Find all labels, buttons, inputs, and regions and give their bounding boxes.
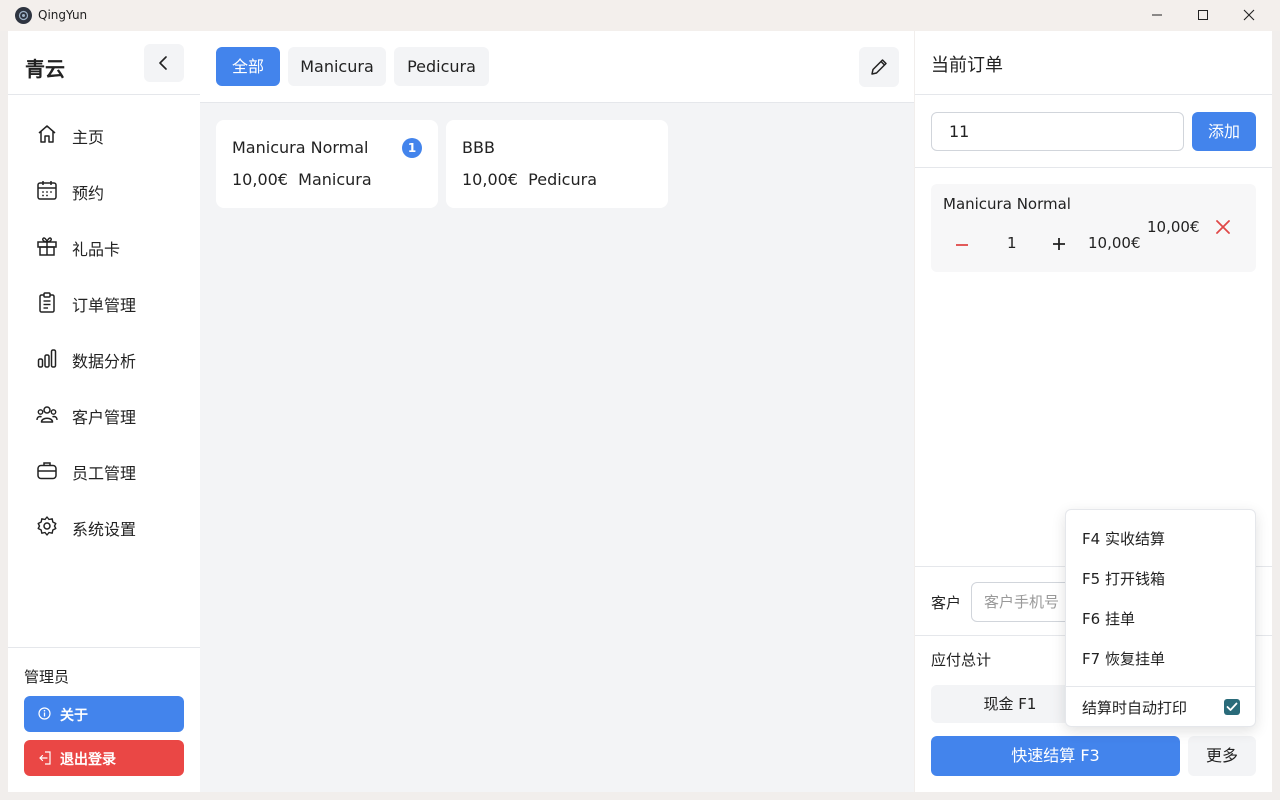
about-button[interactable]: 关于 [24, 696, 184, 732]
sidebar-item-staff[interactable]: 员工管理 [8, 448, 200, 492]
line-item-name: Manicura Normal [943, 195, 1071, 213]
add-button[interactable]: 添加 [1192, 112, 1256, 151]
order-divider [915, 94, 1272, 95]
logout-icon [39, 751, 51, 765]
sidebar-divider [8, 647, 200, 648]
maximize-button[interactable] [1180, 0, 1226, 31]
product-code-input[interactable]: 11 [931, 112, 1184, 151]
more-actions-menu: F4 实收结算 F5 打开钱箱 F6 挂单 F7 恢复挂单 结算时自动打印 [1065, 509, 1256, 727]
sidebar-item-gift-cards[interactable]: 礼品卡 [8, 224, 200, 268]
sidebar-item-home[interactable]: 主页 [8, 112, 200, 156]
product-category: Pedicura [528, 170, 597, 189]
product-card[interactable]: BBB 10,00€ Pedicura [446, 120, 668, 208]
checkmark-icon [1226, 702, 1238, 711]
minimize-icon [1152, 14, 1162, 16]
sidebar-item-analytics[interactable]: 数据分析 [8, 336, 200, 380]
menu-item-hold-order[interactable]: F6 挂单 [1082, 608, 1135, 629]
about-label: 关于 [60, 708, 88, 724]
catalog-panel: 全部 Manicura Pedicura Manicura Normal 1 1… [200, 31, 914, 792]
info-icon [38, 707, 51, 720]
window-title: QingYun [38, 8, 88, 22]
sidebar-item-label: 预约 [72, 184, 105, 203]
menu-item-resume-order[interactable]: F7 恢复挂单 [1082, 648, 1165, 669]
bar-chart-icon [37, 349, 57, 368]
plus-icon[interactable] [1052, 237, 1066, 251]
menu-divider [1066, 686, 1255, 687]
tab-manicura[interactable]: Manicura [288, 47, 386, 86]
home-icon [38, 125, 56, 143]
close-window-button[interactable] [1226, 0, 1272, 31]
briefcase-icon [37, 462, 57, 480]
sidebar-item-customers[interactable]: 客户管理 [8, 392, 200, 436]
customer-label: 客户 [931, 594, 962, 612]
tab-pedicura[interactable]: Pedicura [394, 47, 489, 86]
chevron-left-icon [159, 56, 167, 70]
collapse-sidebar-button[interactable] [144, 44, 184, 82]
edit-products-button[interactable] [859, 47, 899, 87]
line-item-quantity: 1 [1007, 234, 1017, 252]
logout-button[interactable]: 退出登录 [24, 740, 184, 776]
app-logo-icon [15, 7, 32, 24]
maximize-icon [1198, 10, 1208, 20]
gear-icon [37, 516, 57, 536]
product-price: 10,00€ [462, 170, 518, 189]
order-title: 当前订单 [931, 55, 1003, 76]
quick-checkout-button[interactable]: 快速结算 F3 [931, 736, 1180, 776]
sidebar-item-label: 礼品卡 [72, 240, 121, 259]
clipboard-icon [39, 292, 55, 313]
order-divider [915, 167, 1272, 168]
category-tab-bar: 全部 Manicura Pedicura [200, 31, 914, 103]
tab-all[interactable]: 全部 [216, 47, 280, 86]
product-info: 10,00€ Pedicura [462, 170, 597, 189]
sidebar-item-orders[interactable]: 订单管理 [8, 280, 200, 324]
sidebar-divider [8, 94, 200, 95]
calendar-icon [37, 181, 57, 200]
sidebar-item-label: 主页 [72, 128, 105, 147]
users-icon [36, 406, 58, 423]
sidebar-item-label: 系统设置 [72, 520, 137, 539]
cart-count-badge: 1 [402, 138, 422, 158]
sidebar-item-appointments[interactable]: 预约 [8, 168, 200, 212]
sidebar-item-label: 订单管理 [72, 296, 137, 315]
logout-label: 退出登录 [60, 752, 116, 768]
sidebar-item-label: 客户管理 [72, 408, 137, 427]
title-bar: QingYun [0, 0, 1280, 31]
sidebar-item-label: 数据分析 [72, 352, 137, 371]
order-line-item: Manicura Normal 1 10,00€ 10,00€ [931, 184, 1256, 272]
menu-item-actual-checkout[interactable]: F4 实收结算 [1082, 528, 1165, 549]
auto-print-checkbox[interactable] [1224, 699, 1240, 715]
pencil-icon [871, 59, 887, 75]
remove-icon[interactable] [1216, 220, 1230, 234]
more-button[interactable]: 更多 [1188, 736, 1256, 776]
minimize-button[interactable] [1134, 0, 1180, 31]
line-item-total: 10,00€ [1147, 218, 1200, 236]
sidebar-item-settings[interactable]: 系统设置 [8, 504, 200, 548]
gift-icon [37, 237, 57, 256]
minus-icon[interactable] [955, 238, 969, 252]
sidebar-item-label: 员工管理 [72, 464, 137, 483]
product-name: BBB [462, 138, 495, 157]
amount-due-label: 应付总计 [931, 651, 992, 669]
brand-title: 青云 [25, 57, 65, 81]
auto-print-label: 结算时自动打印 [1082, 699, 1188, 717]
line-item-unit-price: 10,00€ [1088, 234, 1141, 252]
product-price: 10,00€ [232, 170, 288, 189]
product-card[interactable]: Manicura Normal 1 10,00€ Manicura [216, 120, 438, 208]
sidebar: 青云 主页 预约 礼品卡 订单管理 数据分析 客户管理 员工管理 系统设置 管理… [8, 31, 200, 792]
close-icon [1243, 9, 1255, 21]
product-name: Manicura Normal [232, 138, 369, 157]
user-role: 管理员 [24, 668, 70, 686]
product-category: Manicura [298, 170, 372, 189]
menu-item-open-cash-drawer[interactable]: F5 打开钱箱 [1082, 568, 1165, 589]
product-info: 10,00€ Manicura [232, 170, 372, 189]
